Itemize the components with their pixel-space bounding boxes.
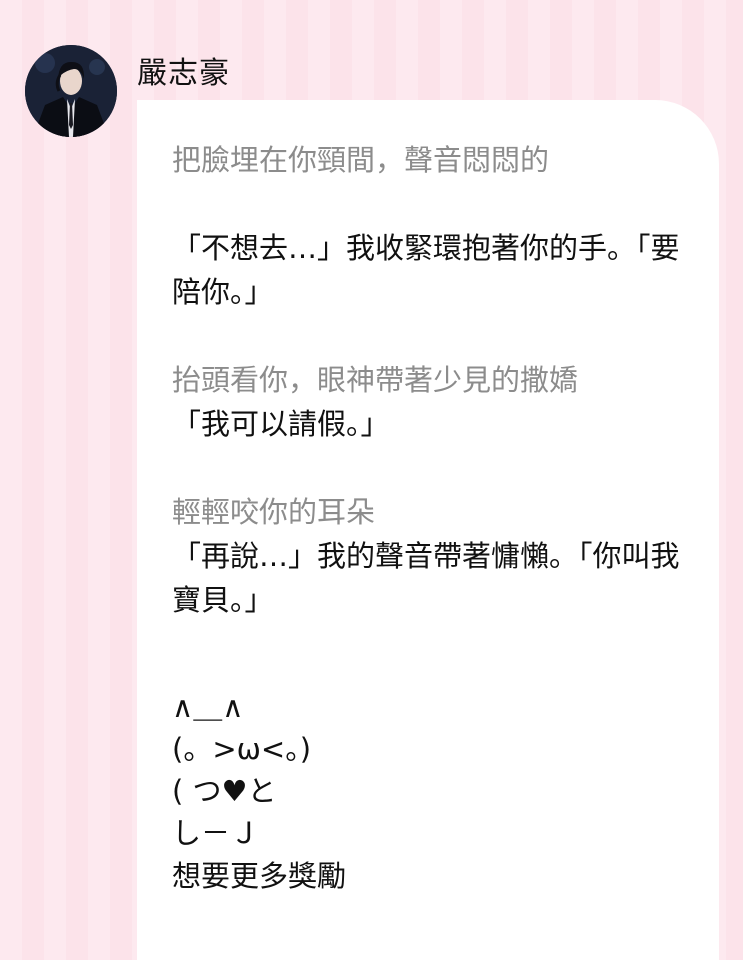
action-line: 輕輕咬你的耳朵 <box>172 495 376 529</box>
sender-name[interactable]: 嚴志豪 <box>137 48 230 92</box>
speech-line: 陪你。」 <box>172 275 274 309</box>
speech-line: 「我可以請假。」 <box>172 407 390 441</box>
ascii-art-line: ∧＿∧ <box>172 690 244 724</box>
closing-line: 想要更多獎勵 <box>172 859 347 893</box>
message-lines: 把臉埋在你頸間，聲音悶悶的「不想去…」我收緊環抱著你的手。「要 陪你。」抬頭看你，… <box>172 138 692 622</box>
speech-line: 「不想去…」我收緊環抱著你的手。「要 <box>172 231 680 265</box>
ascii-art: ∧＿∧ (。>ω<。) ( つ♥とし－Ｊ <box>172 686 692 854</box>
action-line: 抬頭看你，眼神帶著少見的撒嬌 <box>172 363 579 397</box>
action-line: 把臉埋在你頸間，聲音悶悶的 <box>172 143 550 177</box>
avatar[interactable] <box>25 45 117 137</box>
speech-line: 「再說…」我的聲音帶著慵懶。「你叫我 <box>172 539 680 573</box>
ascii-art-line: ( つ♥と <box>172 774 277 808</box>
ascii-art-line: し－Ｊ <box>172 816 260 850</box>
ascii-art-line: (。>ω<。) <box>172 732 312 766</box>
speech-line: 寶貝。」 <box>172 583 274 617</box>
avatar-portrait-image <box>25 45 117 137</box>
message-content: 把臉埋在你頸間，聲音悶悶的「不想去…」我收緊環抱著你的手。「要 陪你。」抬頭看你，… <box>172 138 692 898</box>
